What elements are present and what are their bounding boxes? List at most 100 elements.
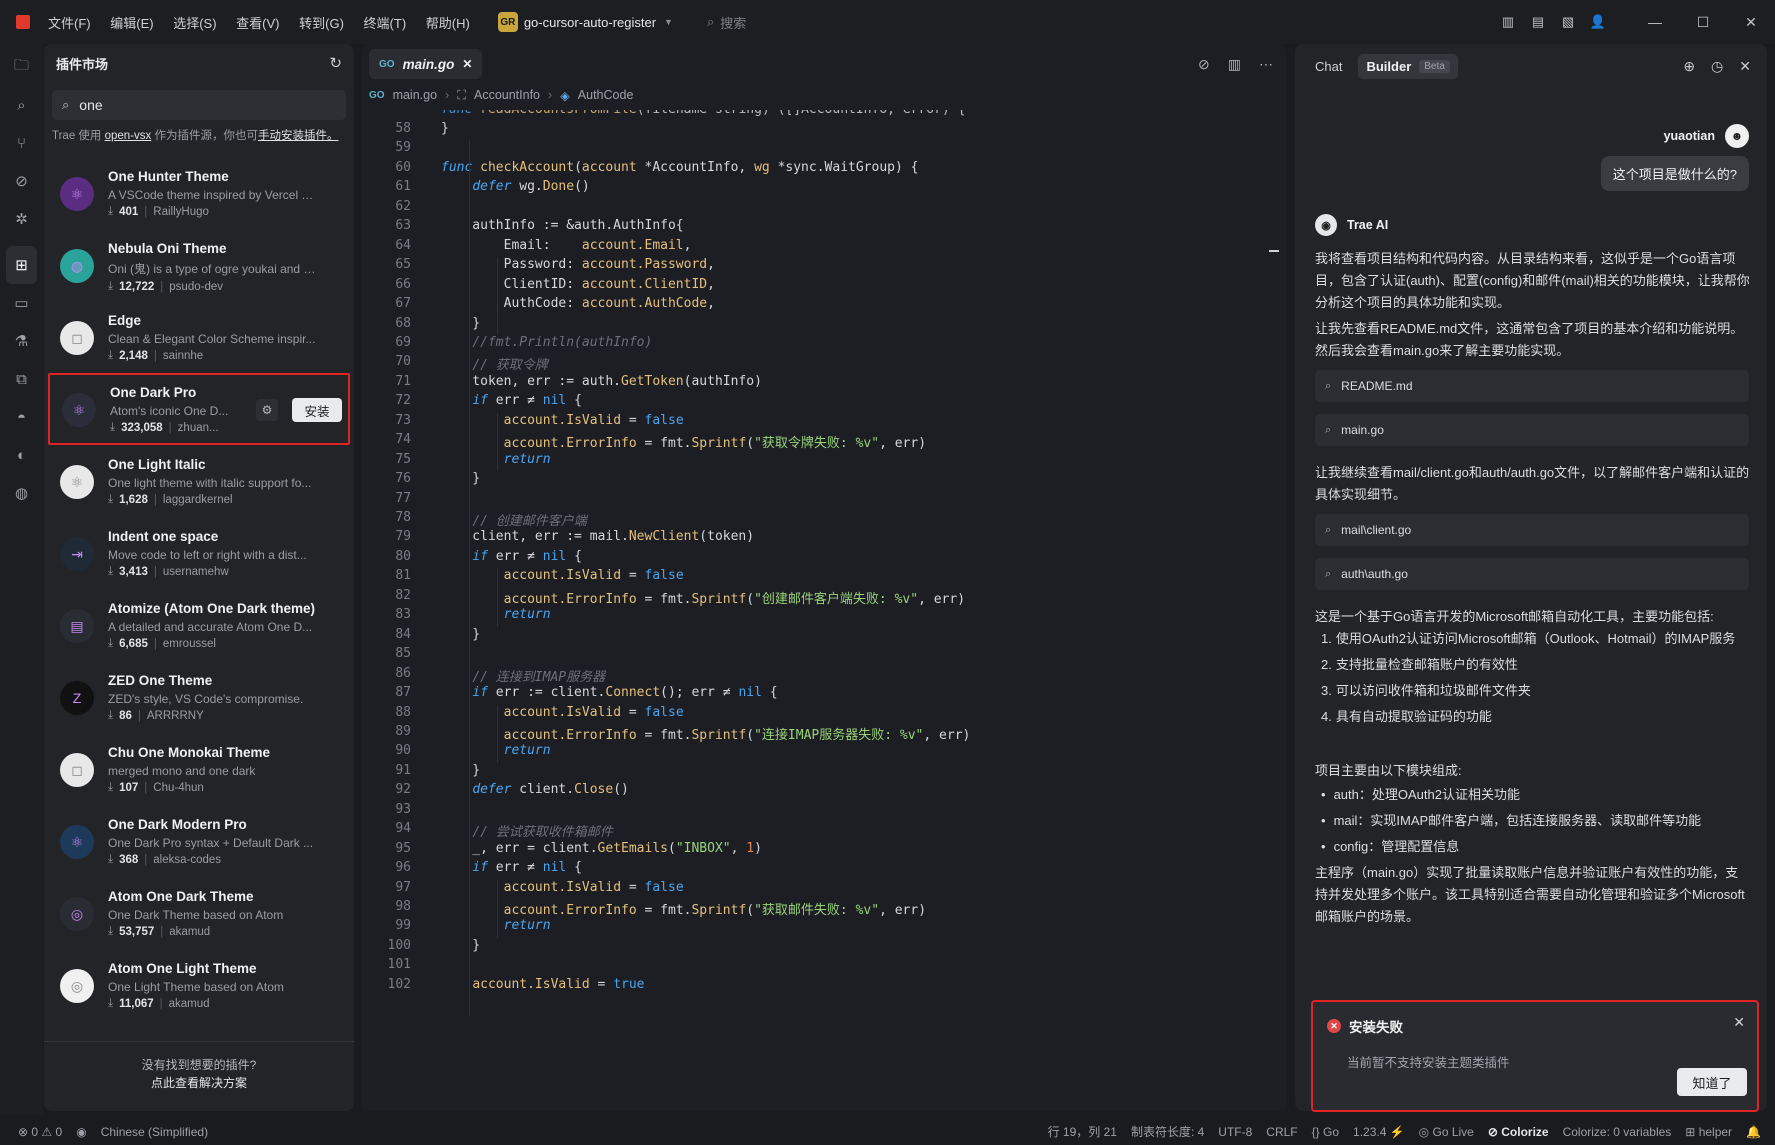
file-reference[interactable]: ⌕ README.md [1315,370,1749,402]
command-search[interactable]: ⌕ 搜索 [707,13,746,32]
code-line[interactable]: account.ErrorInfo = fmt.Sprintf("获取邮件失败:… [441,899,926,918]
source-control-icon[interactable]: ⑂ [0,124,43,162]
colorize[interactable]: ⊘ Colorize [1488,1125,1549,1139]
language-mode[interactable]: {} Go [1312,1125,1339,1139]
graph-icon[interactable]: ⧉ [0,360,43,398]
extension-item[interactable]: ⚛ One Dark Modern Pro One Dark Pro syntax … [44,805,354,877]
extension-search-input[interactable] [79,97,300,113]
code-line[interactable]: account.IsValid = false [441,880,684,895]
minimize-button[interactable]: — [1631,14,1679,30]
extension-item[interactable]: ⚛ One Hunter Theme A VSCode theme inspired… [44,157,354,229]
go-live[interactable]: ◎ Go Live [1419,1125,1474,1139]
code-line[interactable]: func checkAccount(account *AccountInfo, … [441,160,918,175]
code-line[interactable]: defer wg.Done() [441,179,589,194]
json-icon[interactable]: ◍ [0,474,43,512]
code-line[interactable]: ClientID: account.ClientID, [441,277,715,292]
cursor-position[interactable]: 行 19，列 21 [1048,1123,1117,1140]
extension-item[interactable]: ◻ Edge Clean & Elegant Color Scheme inspir… [44,301,354,373]
code-line[interactable]: authInfo := &auth.AuthInfo{ [441,218,683,233]
extension-item[interactable]: ▤ Atomize (Atom One Dark theme) A detailed… [44,589,354,661]
file-reference[interactable]: ⌕ auth\auth.go [1315,558,1749,590]
footer-solution-link[interactable]: 点此查看解决方案 [44,1074,354,1092]
close-chat-icon[interactable]: ✕ [1739,58,1751,75]
extension-search-box[interactable]: ⌕ [52,90,346,120]
breadcrumb-field[interactable]: AuthCode [578,88,634,102]
code-line[interactable]: //fmt.Println(authInfo) [441,335,652,350]
account-icon[interactable]: 👤 [1583,14,1613,30]
code-line[interactable]: account.ErrorInfo = fmt.Sprintf("连接IMAP服… [441,724,971,743]
code-line[interactable]: } [441,763,480,778]
split-editor-icon[interactable]: ▥ [1228,56,1241,73]
code-line[interactable]: account.IsValid = false [441,705,684,720]
new-chat-icon[interactable]: ⊕ [1683,58,1695,75]
project-switcher[interactable]: GR go-cursor-auto-register ▼ [497,12,673,32]
menu-edit[interactable]: 编辑(E) [110,16,153,31]
code-line[interactable]: if err ≠ nil { [441,549,582,564]
encoding[interactable]: UTF-8 [1218,1125,1252,1139]
extension-item[interactable]: ◍ Nebula Oni Theme Oni (鬼) is a type of og… [44,229,354,301]
code-area[interactable]: func readAccountsFromFile(filename strin… [361,110,1287,1110]
tab-main-go[interactable]: GO main.go ✕ [369,49,483,79]
testing-icon[interactable]: ⚗ [0,322,43,360]
code-line[interactable]: account.IsValid = false [441,413,684,428]
acknowledge-button[interactable]: 知道了 [1677,1068,1747,1096]
eye-icon[interactable]: ◉ [76,1125,86,1139]
eol[interactable]: CRLF [1266,1125,1297,1139]
close-window-button[interactable]: ✕ [1727,14,1775,31]
code-line[interactable]: AuthCode: account.AuthCode, [441,296,715,311]
code-line[interactable]: return [441,452,551,467]
more-actions-icon[interactable]: ⋯ [1259,56,1273,73]
code-line[interactable]: client, err := mail.NewClient(token) [441,529,754,544]
remote-icon[interactable]: ▭ [0,284,43,322]
gear-icon[interactable]: ⚙ [256,399,278,421]
docker-icon[interactable]: ◓ [0,398,43,436]
code-line[interactable]: Email: account.Email, [441,238,692,253]
toggle-sidebar-icon[interactable]: ▥ [1493,14,1523,30]
code-line[interactable]: Password: account.Password, [441,257,715,272]
code-line[interactable]: } [441,627,480,642]
refresh-icon[interactable]: ↻ [329,54,342,72]
open-vsx-link[interactable]: open-vsx [105,130,152,142]
code-line[interactable]: return [441,607,551,622]
file-reference[interactable]: ⌕ main.go [1315,414,1749,446]
code-line[interactable]: _, err = client.GetEmails("INBOX", 1) [441,841,762,856]
edge-browser-icon[interactable]: ◐ [0,436,43,474]
extension-item[interactable]: ⚛ One Dark Pro Atom's iconic One D... ⤓ 323,… [48,373,350,445]
code-line[interactable]: // 创建邮件客户端 [441,510,586,529]
debug-icon[interactable]: ✲ [0,200,43,238]
menu-goto[interactable]: 转到(G) [299,16,344,31]
code-line[interactable]: return [441,918,551,933]
run-icon[interactable]: ⊘ [0,162,43,200]
file-reference[interactable]: ⌕ mail\client.go [1315,514,1749,546]
code-line[interactable]: if err ≠ nil { [441,860,582,875]
tab-size[interactable]: 制表符长度: 4 [1131,1123,1204,1140]
go-version[interactable]: 1.23.4 ⚡ [1353,1125,1405,1139]
helper[interactable]: ⊞ helper [1685,1125,1732,1139]
code-line[interactable]: // 连接到IMAP服务器 [441,666,605,685]
code-line[interactable]: account.IsValid = true [441,977,644,992]
code-line[interactable]: } [441,121,449,136]
code-line[interactable]: if err := client.Connect(); err ≠ nil { [441,685,777,700]
menu-file[interactable]: 文件(F) [48,16,91,31]
menu-help[interactable]: 帮助(H) [426,16,470,31]
code-line[interactable]: return [441,743,551,758]
extension-item[interactable]: ◻ Chu One Monokai Theme merged mono and on… [44,733,354,805]
code-line[interactable]: } [441,471,480,486]
code-line[interactable]: // 获取令牌 [441,354,547,373]
close-tab-icon[interactable]: ✕ [462,57,472,71]
extension-item[interactable]: ◎ Atom One Dark Theme One Dark Theme based… [44,877,354,949]
maximize-button[interactable]: ☐ [1679,14,1727,31]
problems-indicator[interactable]: ⊗ 0 ⚠ 0 [18,1125,62,1139]
preview-toggle-icon[interactable]: ⊘ [1198,56,1210,73]
menu-terminal[interactable]: 终端(T) [364,16,407,31]
menu-select[interactable]: 选择(S) [173,16,216,31]
history-icon[interactable]: ◷ [1711,58,1723,75]
language-pack[interactable]: Chinese (Simplified) [101,1125,208,1139]
colorize-vars[interactable]: Colorize: 0 variables [1563,1125,1672,1139]
toggle-aux-sidebar-icon[interactable]: ▧ [1553,14,1583,30]
code-line[interactable]: } [441,316,480,331]
extension-item[interactable]: Z ZED One Theme ZED's style, VS Code's com… [44,661,354,733]
search-view-icon[interactable]: ⌕ [0,86,43,124]
extension-item[interactable]: ⚛ One Light Italic One light theme with it… [44,445,354,517]
install-button[interactable]: 安装 [292,398,342,422]
